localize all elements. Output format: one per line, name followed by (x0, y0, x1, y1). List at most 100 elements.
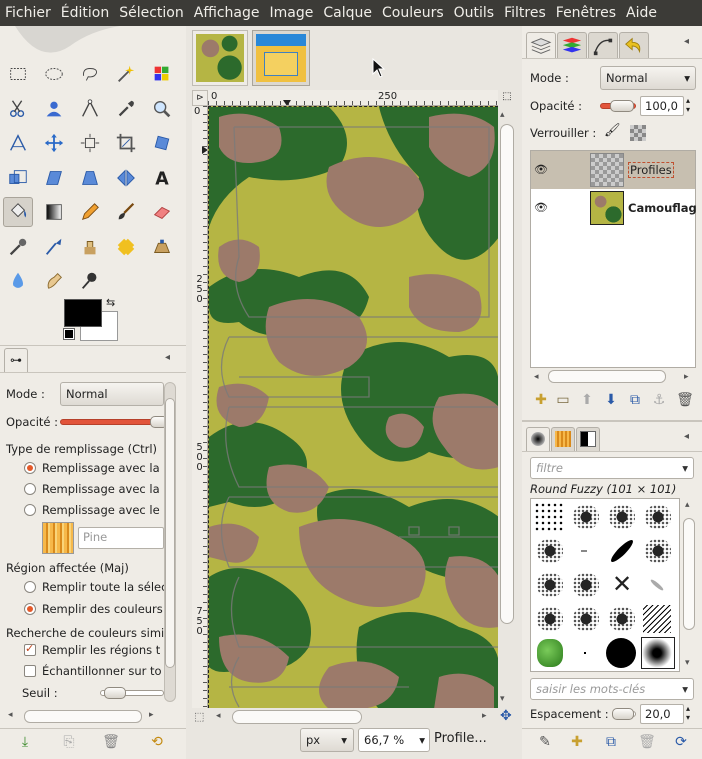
mode-select[interactable]: Normal (60, 382, 164, 406)
tool-align-button[interactable] (75, 128, 105, 158)
tool-rotate-button[interactable] (147, 128, 177, 158)
tab-paths[interactable] (588, 32, 618, 58)
tool-crop-button[interactable] (111, 128, 141, 158)
ruler-corner[interactable]: ⊳ (192, 90, 208, 106)
navigate-icon[interactable]: ⬚ (500, 91, 514, 105)
menu-selection[interactable]: Sélection (114, 0, 189, 26)
tool-airbrush-button[interactable] (3, 232, 33, 262)
tool-scale-button[interactable] (3, 163, 33, 193)
fill-transparent-checkbox[interactable] (24, 642, 36, 656)
canvas-vscroll-down[interactable]: ▾ (500, 694, 505, 704)
tool-rect-select-button[interactable] (3, 59, 33, 89)
menu-couleurs[interactable]: Couleurs (377, 0, 449, 26)
menu-affichage[interactable]: Affichage (189, 0, 265, 26)
fill-bg-radio[interactable] (24, 483, 36, 495)
tool-fuzzy-select-button[interactable] (111, 59, 141, 89)
tool-dodge-burn-button[interactable] (75, 266, 105, 296)
brush-preview-splat[interactable] (533, 535, 567, 567)
canvas-hscroll-right[interactable]: ▸ (482, 711, 487, 721)
tool-move-button[interactable] (39, 128, 69, 158)
menu-aide[interactable]: Aide (621, 0, 662, 26)
menu-fichier[interactable]: Fichier (0, 0, 56, 26)
menu-edition[interactable]: Édition (56, 0, 114, 26)
tool-clone-button[interactable] (75, 232, 105, 262)
delete-options-icon[interactable]: 🗑 (100, 731, 122, 753)
image-tab-camouflage[interactable] (192, 30, 248, 86)
image-tab-profiles[interactable] (252, 30, 310, 86)
tool-eraser-button[interactable] (147, 197, 177, 227)
sample-merged-checkbox[interactable] (24, 665, 36, 677)
layers-hscroll[interactable] (548, 370, 666, 383)
tool-perspective-button[interactable] (75, 163, 105, 193)
tab-brushes[interactable] (526, 427, 550, 451)
lock-pixels-icon[interactable]: 🖌 (604, 123, 621, 138)
canvas-area[interactable] (208, 106, 498, 708)
area-similar-radio[interactable] (24, 603, 36, 615)
brush-preview-splat[interactable] (641, 501, 675, 533)
brush-preview-splat[interactable] (569, 501, 603, 533)
brushes-panel-menu-icon[interactable]: ◂ (684, 431, 689, 442)
brush-preview-splat[interactable] (569, 569, 603, 601)
opacity-slider[interactable] (60, 419, 164, 425)
quick-mask-icon[interactable]: ⬚ (194, 710, 204, 723)
layer-visibility-eye-icon[interactable]: 👁 (534, 163, 548, 176)
tab-channels[interactable] (557, 32, 587, 58)
tool-options-hscroll[interactable] (24, 710, 142, 723)
scroll-left-icon[interactable]: ◂ (8, 710, 13, 720)
scroll-right-icon[interactable]: ▸ (149, 710, 154, 720)
layers-opacity-knob[interactable] (610, 100, 634, 112)
tool-heal-button[interactable] (111, 232, 141, 262)
tool-blur-button[interactable] (3, 266, 33, 296)
save-options-icon[interactable]: ⤓ (14, 731, 36, 753)
canvas-hscroll[interactable] (232, 710, 362, 724)
navigate-move-icon[interactable]: ✥ (500, 708, 512, 724)
layers-panel-menu-icon[interactable]: ◂ (684, 36, 689, 47)
tool-scissors-button[interactable] (3, 94, 33, 124)
tool-blend-button[interactable] (39, 197, 69, 227)
brush-preview-splat[interactable] (641, 535, 675, 567)
new-brush-icon[interactable]: ✚ (566, 731, 588, 753)
tab-undo[interactable] (619, 32, 649, 58)
brush-preview-circle[interactable] (605, 637, 639, 669)
brush-preview-dash[interactable] (569, 535, 603, 567)
edit-brush-icon[interactable]: ✎ (534, 731, 556, 753)
tool-smudge-button[interactable] (39, 266, 69, 296)
layers-mode-select[interactable]: Normal ▾ (600, 66, 696, 90)
layer-visibility-eye-icon[interactable]: 👁 (534, 201, 548, 214)
restore-options-icon[interactable]: ⎘ (58, 731, 80, 753)
tool-perspective-clone-button[interactable] (147, 232, 177, 262)
brush-preview-splat[interactable] (605, 603, 639, 635)
menu-calque[interactable]: Calque (318, 0, 377, 26)
tool-flip-button[interactable] (111, 163, 141, 193)
lower-layer-icon[interactable]: ⬇ (600, 389, 622, 411)
brush-preview-cross[interactable]: ✕ (605, 569, 639, 601)
canvas-hscroll-left[interactable]: ◂ (216, 711, 221, 721)
tool-select-by-color-button[interactable] (147, 59, 177, 89)
tool-pencil-button[interactable] (75, 197, 105, 227)
tool-ink-button[interactable] (39, 232, 69, 262)
layers-vscroll[interactable] (696, 150, 702, 368)
brush-preview-feather[interactable] (641, 569, 675, 601)
tab-layers[interactable] (526, 32, 556, 58)
new-layer-group-icon[interactable]: ▭ (552, 389, 574, 411)
menu-filtres[interactable]: Filtres (499, 0, 551, 26)
layers-hscroll-right[interactable]: ▸ (684, 372, 689, 382)
delete-layer-icon[interactable]: 🗑 (674, 389, 696, 411)
pattern-name-field[interactable]: Pine (78, 527, 164, 549)
brush-preview-lines[interactable] (641, 603, 675, 635)
tool-color-picker-button[interactable] (111, 94, 141, 124)
new-layer-icon[interactable]: ✚ (530, 389, 552, 411)
menu-outils[interactable]: Outils (449, 0, 499, 26)
tab-gradients[interactable] (576, 427, 600, 451)
brush-preview-splat[interactable] (605, 501, 639, 533)
tool-measure-button[interactable] (3, 128, 33, 158)
duplicate-brush-icon[interactable]: ⧉ (600, 731, 622, 753)
menu-image[interactable]: Image (265, 0, 319, 26)
brush-tags-select[interactable]: saisir les mots-clés ▾ (530, 678, 694, 700)
tool-options-scrollbar-thumb[interactable] (165, 398, 175, 668)
tool-free-select-button[interactable] (75, 59, 105, 89)
brush-preview-dot[interactable] (569, 637, 603, 669)
brush-preview-splat[interactable] (533, 603, 567, 635)
menu-fenetres[interactable]: Fenêtres (551, 0, 621, 26)
tab-patterns[interactable] (551, 427, 575, 451)
